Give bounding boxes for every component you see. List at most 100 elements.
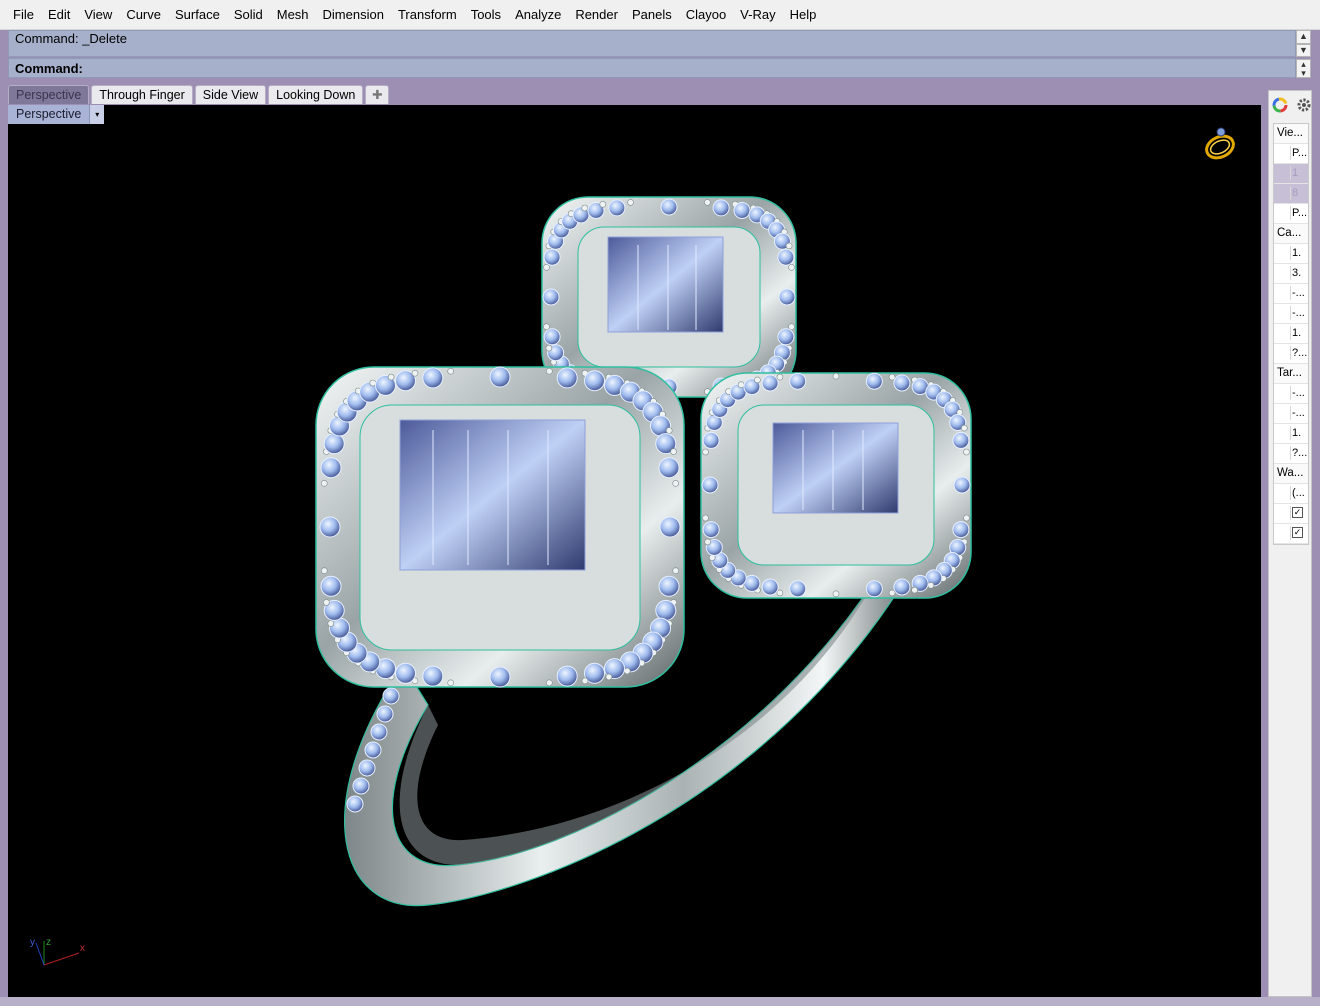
panel-property-row[interactable]: (... — [1274, 484, 1308, 504]
spin-arrows-icon[interactable]: ▴ ▾ — [1296, 59, 1311, 78]
menu-item-analyze[interactable]: Analyze — [508, 0, 568, 30]
panel-property-row[interactable]: 3. — [1274, 264, 1308, 284]
property-value[interactable]: P... — [1292, 204, 1307, 223]
halo-stone — [658, 457, 680, 479]
property-value[interactable]: 3. — [1292, 264, 1301, 283]
halo-stone — [658, 575, 680, 597]
menu-item-dimension[interactable]: Dimension — [316, 0, 391, 30]
property-value[interactable]: ?... — [1292, 444, 1307, 463]
panel-property-row[interactable]: 1. — [1274, 244, 1308, 264]
property-value[interactable]: -... — [1292, 404, 1305, 423]
property-value[interactable]: 8 — [1292, 184, 1298, 203]
halo-stone — [323, 433, 345, 455]
menu-item-help[interactable]: Help — [783, 0, 824, 30]
checkbox[interactable]: ✓ — [1292, 507, 1303, 518]
band-stone — [376, 705, 394, 723]
menu-item-panels[interactable]: Panels — [625, 0, 679, 30]
panel-section-header[interactable]: Vie... — [1274, 124, 1308, 144]
property-value[interactable]: -... — [1292, 304, 1305, 323]
panel-section-header[interactable]: Wa... — [1274, 464, 1308, 484]
property-value[interactable]: 1. — [1292, 424, 1301, 443]
prong — [670, 448, 677, 455]
panel-property-row[interactable]: P... — [1274, 204, 1308, 224]
halo-stone — [733, 202, 751, 219]
add-tab-icon[interactable]: ✚ — [365, 85, 390, 104]
panel-property-row[interactable]: 1. — [1274, 424, 1308, 444]
menu-item-mesh[interactable]: Mesh — [270, 0, 316, 30]
halo-stone — [953, 476, 971, 494]
panel-section-header[interactable]: Tar... — [1274, 364, 1308, 384]
halo-stone — [422, 665, 444, 687]
prong — [581, 204, 589, 212]
ring-gizmo-icon[interactable] — [1200, 123, 1240, 163]
chevron-down-icon[interactable]: ▾ — [89, 105, 105, 124]
tab-side-view[interactable]: Side View — [194, 85, 267, 104]
panel-property-row[interactable]: -... — [1274, 404, 1308, 424]
tab-through-finger[interactable]: Through Finger — [91, 85, 193, 104]
menu-item-v-ray[interactable]: V-Ray — [733, 0, 782, 30]
halo-stone — [489, 366, 511, 388]
property-value[interactable]: 1 — [1292, 164, 1298, 183]
property-value[interactable]: 1. — [1292, 324, 1301, 343]
ring-model[interactable] — [8, 105, 1261, 997]
property-value[interactable]: (... — [1292, 484, 1305, 503]
menu-item-render[interactable]: Render — [568, 0, 625, 30]
command-prompt-input[interactable]: Command: — [8, 58, 1296, 78]
scroll-down-icon[interactable]: ▼ — [1296, 44, 1311, 57]
property-value[interactable]: ?... — [1292, 344, 1307, 363]
viewport-title[interactable]: Perspective ▾ — [8, 105, 105, 124]
gear-icon[interactable] — [1296, 97, 1312, 113]
panel-property-row[interactable]: -... — [1274, 284, 1308, 304]
tab-looking-down[interactable]: Looking Down — [268, 85, 364, 104]
panel-section-header[interactable]: Ca... — [1274, 224, 1308, 244]
checkbox[interactable]: ✓ — [1292, 527, 1303, 538]
menu-item-file[interactable]: File — [6, 0, 41, 30]
property-value[interactable]: P... — [1292, 144, 1307, 163]
halo-stone — [893, 374, 911, 392]
menu-item-clayoo[interactable]: Clayoo — [679, 0, 733, 30]
scroll-up-icon[interactable]: ▲ — [1296, 30, 1311, 44]
panel-property-row[interactable]: 8 — [1274, 184, 1308, 204]
viewport-perspective[interactable]: Perspective ▾ x z y — [8, 105, 1261, 997]
menu-item-solid[interactable]: Solid — [227, 0, 270, 30]
property-name-cell — [1277, 186, 1291, 200]
property-value[interactable]: 1. — [1292, 244, 1301, 263]
halo-stone — [542, 288, 560, 306]
property-value[interactable]: -... — [1292, 384, 1305, 403]
prong — [672, 479, 680, 487]
prong — [788, 264, 795, 271]
tab-perspective[interactable]: Perspective — [8, 85, 90, 104]
menu-item-edit[interactable]: Edit — [41, 0, 77, 30]
prong — [776, 373, 784, 381]
menu-item-view[interactable]: View — [77, 0, 119, 30]
menu-item-curve[interactable]: Curve — [119, 0, 168, 30]
properties-list: Vie... P... 1 8 P... Ca... 1. 3. -... -... 1.?... T… — [1273, 123, 1309, 545]
property-value[interactable]: -... — [1292, 284, 1305, 303]
band-stone — [364, 741, 382, 759]
panel-checkbox-row[interactable]: ✓ — [1274, 524, 1308, 544]
axes-indicator-icon: x z y — [30, 937, 85, 966]
prong — [599, 201, 607, 208]
color-wheel-icon[interactable] — [1272, 97, 1288, 113]
command-scrollbar[interactable]: ▲ ▼ ▴ ▾ — [1296, 30, 1312, 78]
prong — [627, 199, 634, 206]
menu-item-tools[interactable]: Tools — [464, 0, 508, 30]
command-history: Command: _Delete — [8, 30, 1296, 57]
panel-property-row[interactable]: ?... — [1274, 444, 1308, 464]
prong — [545, 344, 553, 352]
panel-property-row[interactable]: -... — [1274, 384, 1308, 404]
halo-right[interactable] — [700, 372, 972, 599]
menu-item-surface[interactable]: Surface — [168, 0, 227, 30]
viewport-title-label[interactable]: Perspective — [8, 105, 90, 124]
prong — [581, 677, 589, 685]
menu-item-transform[interactable]: Transform — [391, 0, 464, 30]
panel-property-row[interactable]: -... — [1274, 304, 1308, 324]
panel-property-row[interactable]: ?... — [1274, 344, 1308, 364]
panel-property-row[interactable]: 1. — [1274, 324, 1308, 344]
halo-stone — [865, 580, 883, 598]
halo-left[interactable] — [315, 366, 685, 688]
panel-checkbox-row[interactable]: ✓ — [1274, 504, 1308, 524]
panel-property-row[interactable]: P... — [1274, 144, 1308, 164]
property-name-cell — [1277, 526, 1291, 540]
panel-property-row[interactable]: 1 — [1274, 164, 1308, 184]
